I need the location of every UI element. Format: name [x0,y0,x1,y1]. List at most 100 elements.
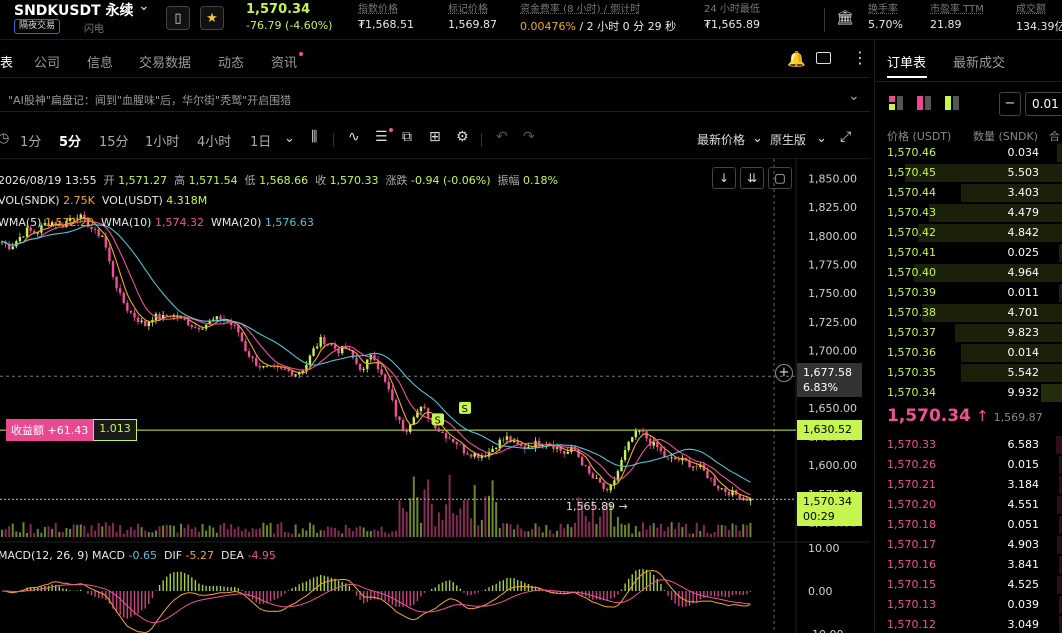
step-select[interactable]: 0.01 [1025,92,1062,116]
ask-row[interactable]: 1,570.36 0.014 [875,343,1062,363]
interval-4h[interactable]: 4小时 [197,131,231,150]
bid-row[interactable]: 1,570.13 0.039 [875,595,1062,615]
chevron-down-icon[interactable]: ⌄ [138,0,150,14]
bid-row[interactable]: 1,570.33 6.583 [875,435,1062,455]
ask-row[interactable]: 1,570.38 4.701 [875,303,1062,323]
ask-row[interactable]: 1,570.37 9.823 [875,323,1062,343]
ask-row[interactable]: 1,570.46 0.034 [875,143,1062,163]
star-icon[interactable]: ★ [200,6,224,30]
candlestick-icon[interactable]: ⫼ [311,129,317,145]
arrow-down-icon[interactable]: ↓ [712,167,736,189]
interval-5m[interactable]: 5分 [59,131,81,150]
funding-rate-label[interactable]: 资金费率 (8 小时) / 倒计时 [520,0,640,15]
ask-row[interactable]: 1,570.45 5.503 [875,163,1062,183]
last-price-value: 1,570.34 [803,495,852,508]
ask-row[interactable]: 1,570.39 0.011 [875,283,1062,303]
ask-row[interactable]: 1,570.44 3.403 [875,183,1062,203]
symbol-title[interactable]: SNDKUSDT 永续 [14,0,134,20]
chevron-down-icon[interactable]: ⌄ [284,131,295,146]
window-icon[interactable] [816,52,831,64]
news-headline[interactable]: "AI股神"扁盘记：闻到"血腥味"后，华尔街"秃鹫"开启围猎 [8,92,291,108]
layout-icon[interactable]: ⊞ [429,129,441,145]
book-both-icon[interactable] [889,96,903,110]
interval-1d[interactable]: 1日 [250,131,271,150]
square-icon[interactable]: ▢ [768,167,792,189]
position-tag[interactable]: 收益额 +61.43 1.013 [6,419,137,441]
ask-row[interactable]: 1,570.35 5.542 [875,363,1062,383]
tab-info[interactable]: 信息 [87,52,113,71]
indicator-icon[interactable]: ∿ [348,129,360,145]
mid-price-row[interactable]: 1,570.34 ↑ 1,569.87 [887,406,1043,426]
ask-row[interactable]: 1,570.34 9.932 [875,383,1062,403]
chart-version-select[interactable]: 原生版 [770,131,806,148]
bid-row[interactable]: 1,570.26 0.015 [875,455,1062,475]
book-bids-icon[interactable] [945,96,959,110]
overnight-badge[interactable]: 隔夜交易 [14,19,61,34]
bid-row[interactable]: 1,570.21 3.184 [875,475,1062,495]
volume-bar [262,522,265,537]
tab-news[interactable]: 资讯 [271,52,297,71]
chevron-down-icon[interactable]: ⌄ [752,131,763,146]
clock-icon[interactable]: ◷ [0,131,9,146]
news-ticker[interactable]: "AI股神"扁盘记：闻到"血腥味"后，华尔街"秃鹫"开启围猎 ⌄ [0,86,870,112]
tab-activity[interactable]: 动态 [218,52,244,71]
candle-body [623,450,627,460]
chevron-down-icon[interactable]: ⌄ [848,88,860,104]
list-icon[interactable]: ☰ [375,129,388,145]
mark-price-label[interactable]: 标记价格 [448,0,488,15]
bid-row[interactable]: 1,570.15 4.525 [875,575,1062,595]
volume-bar [584,515,587,537]
tab-trading-data[interactable]: 交易数据 [139,52,191,71]
alert-icon[interactable]: 🔔 [787,50,806,68]
tab-chart[interactable]: 表 [0,52,13,71]
tab-company[interactable]: 公司 [34,52,60,71]
candle-body [391,389,394,401]
bid-row[interactable]: 1,570.18 0.051 [875,515,1062,535]
turnover-label[interactable]: 换手率 [868,0,898,15]
book-icon[interactable]: ▯ [166,6,190,30]
price-type-select[interactable]: 最新价格 [697,131,745,148]
bid-row[interactable]: 1,570.17 4.903 [875,535,1062,555]
volume-bar [86,532,89,537]
volume-bar [455,515,458,537]
volume-bar [473,484,476,537]
interval-15m[interactable]: 15分 [99,131,129,150]
add-order-icon[interactable]: + [775,364,793,382]
tab-latest-trades[interactable]: 最新成交 [953,52,1005,71]
decrease-step-button[interactable]: − [999,92,1021,116]
volume-bar [735,525,738,537]
ask-row[interactable]: 1,570.41 0.025 [875,243,1062,263]
bank-icon[interactable]: 🏛 [836,10,854,26]
chart-area[interactable]: 1,850.00 1,825.00 1,800.00 1,775.00 1,750.00… [0,158,870,633]
book-asks-icon[interactable] [917,96,931,110]
index-price-label[interactable]: 指数价格 [358,0,398,15]
volume-bar [419,522,422,537]
volume-bar [276,524,279,537]
volume-bar [115,531,118,537]
chevron-down-icon[interactable]: ⌄ [816,131,827,146]
fullscreen-icon[interactable]: ⤢ [840,129,851,145]
volume-bar [652,523,655,537]
more-icon[interactable]: ⋮ [852,48,868,67]
ask-price: 1,570.39 [887,286,936,299]
volume-bar [244,528,247,537]
undo-icon[interactable]: ↶ [496,129,508,145]
draw-icon[interactable]: ⧉ [402,129,412,145]
gear-icon[interactable]: ⚙ [456,129,469,145]
ask-row[interactable]: 1,570.42 4.842 [875,223,1062,243]
bid-row[interactable]: 1,570.16 3.841 [875,555,1062,575]
collapse-icon[interactable]: ⇊ [740,167,764,189]
ask-row[interactable]: 1,570.43 4.479 [875,203,1062,223]
bid-row[interactable]: 1,570.20 4.551 [875,495,1062,515]
interval-1m[interactable]: 1分 [20,131,41,150]
pe-label[interactable]: 市盈率 TTM [930,0,984,15]
news-dot [299,52,303,56]
tab-order-book[interactable]: 订单表 [887,52,926,71]
ask-row[interactable]: 1,570.40 4.964 [875,263,1062,283]
bid-row[interactable]: 1,570.12 3.049 [875,615,1062,633]
redo-icon[interactable]: ↷ [523,129,535,145]
ask-price: 1,570.44 [887,186,936,199]
interval-1h[interactable]: 1小时 [145,131,179,150]
candle-body [101,236,104,237]
volume-amount-label[interactable]: 成交额 [1016,0,1046,15]
